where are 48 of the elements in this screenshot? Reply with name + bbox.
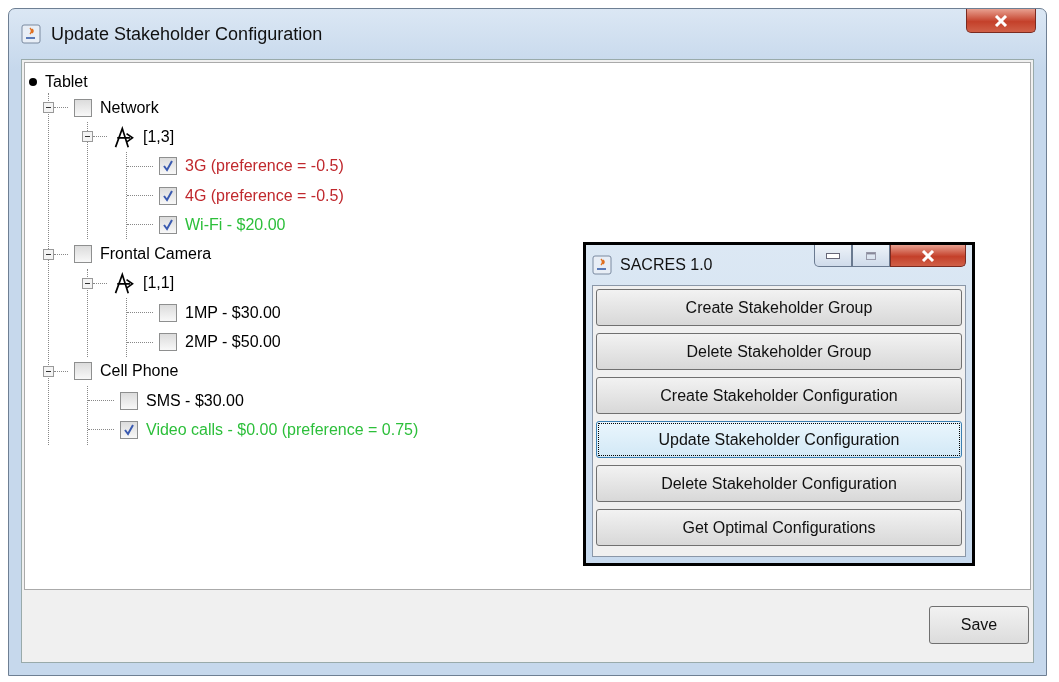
collapse-icon[interactable] <box>43 102 54 114</box>
save-button[interactable]: Save <box>929 606 1029 644</box>
tree-item-label: Video calls - $0.00 (preference = 0.75) <box>146 420 419 439</box>
checkbox[interactable] <box>120 391 138 410</box>
menu-button[interactable]: Get Optimal Configurations <box>596 509 962 546</box>
branch-icon <box>113 272 135 295</box>
checkbox[interactable] <box>74 362 92 381</box>
checkbox[interactable] <box>159 157 177 176</box>
root-node-icon <box>29 78 37 86</box>
maximize-button[interactable] <box>852 245 890 267</box>
checkbox[interactable] <box>159 215 177 234</box>
minimize-button[interactable] <box>814 245 852 267</box>
tree-item-label: 1MP - $30.00 <box>185 303 281 322</box>
close-icon <box>921 249 935 262</box>
minimize-icon <box>826 251 840 260</box>
collapse-icon[interactable] <box>82 131 93 143</box>
group-label: [1,1] <box>143 274 175 293</box>
maximize-icon <box>864 251 878 260</box>
branch-icon <box>113 125 135 148</box>
window-title: Update Stakeholder Configuration <box>51 23 323 45</box>
tree-item-label: Network <box>100 98 159 117</box>
collapse-icon[interactable] <box>43 248 54 260</box>
close-button[interactable] <box>890 245 966 267</box>
tree-item-label: 2MP - $50.00 <box>185 333 281 351</box>
menu-button[interactable]: Create Stakeholder Group <box>596 289 962 326</box>
checkbox[interactable] <box>159 333 177 351</box>
checkbox[interactable] <box>74 245 92 264</box>
tree-item-label: 3G (preference = -0.5) <box>185 157 344 176</box>
collapse-icon[interactable] <box>43 365 54 377</box>
collapse-icon[interactable] <box>82 277 93 289</box>
close-icon <box>994 14 1008 27</box>
tree-root-label: Tablet <box>45 73 88 91</box>
menu-button[interactable]: Delete Stakeholder Group <box>596 333 962 370</box>
tree-item-label: SMS - $30.00 <box>146 391 244 410</box>
tree-item-label: Frontal Camera <box>100 245 212 264</box>
window-title: SACRES 1.0 <box>620 256 713 274</box>
checkbox[interactable] <box>120 420 138 439</box>
menu-button[interactable]: Delete Stakeholder Configuration <box>596 465 962 502</box>
checkbox[interactable] <box>159 186 177 205</box>
checkbox[interactable] <box>74 98 92 117</box>
close-button[interactable] <box>966 9 1036 33</box>
checkbox[interactable] <box>159 303 177 322</box>
tree-item-label: Cell Phone <box>100 362 179 381</box>
group-label: [1,3] <box>143 127 175 146</box>
tree-item-label: Wi-Fi - $20.00 <box>185 215 286 234</box>
tree-item-label: 4G (preference = -0.5) <box>185 186 344 205</box>
menu-button[interactable]: Create Stakeholder Configuration <box>596 377 962 414</box>
menu-button[interactable]: Update Stakeholder Configuration <box>596 421 962 458</box>
